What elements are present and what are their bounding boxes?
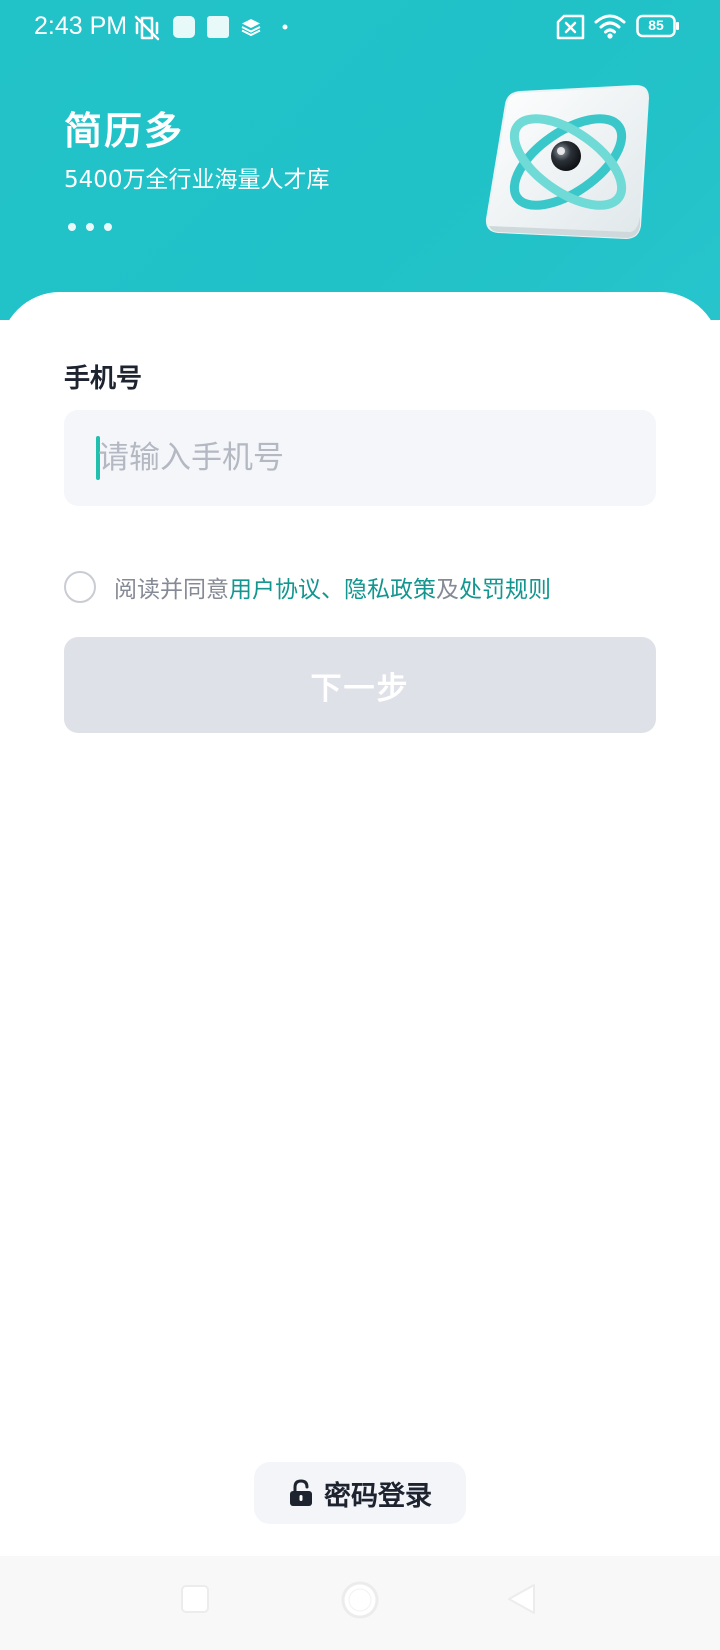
agreement-separator: 、 (321, 577, 344, 603)
phone-label: 手机号 (64, 364, 143, 394)
atom-cube-icon (485, 84, 650, 240)
phone-input-box[interactable] (64, 410, 656, 506)
agreement-text: 阅读并同意用户协议、隐私政策及处罚规则 (114, 570, 551, 604)
header-banner: 2:43 PM 85 简历多 5400万全行业海量人才库 (0, 0, 720, 320)
carousel-dot (68, 223, 76, 231)
password-login-label: 密码登录 (324, 1480, 432, 1512)
vibrate-off-icon (134, 15, 160, 41)
status-bar: 2:43 PM 85 (0, 0, 720, 56)
wifi-icon (594, 14, 626, 39)
back-triangle-icon[interactable] (506, 1582, 538, 1616)
password-login-button[interactable]: 密码登录 (254, 1462, 466, 1524)
carousel-dots (68, 223, 112, 231)
app-title: 简历多 (64, 109, 185, 153)
home-circle-icon[interactable] (340, 1580, 380, 1620)
layers-icon (241, 19, 261, 37)
agreement-row: 阅读并同意用户协议、隐私政策及处罚规则 (64, 570, 551, 604)
agreement-checkbox[interactable] (64, 571, 96, 603)
privacy-policy-link[interactable]: 隐私政策 (344, 577, 436, 603)
recents-square-icon[interactable] (180, 1584, 210, 1614)
phone-input[interactable] (98, 410, 638, 506)
no-sim-icon (556, 14, 585, 40)
carousel-dot (104, 223, 112, 231)
carousel-dot (86, 223, 94, 231)
app-subtitle: 5400万全行业海量人才库 (64, 167, 330, 193)
user-agreement-link[interactable]: 用户协议 (229, 577, 321, 603)
penalty-rules-link[interactable]: 处罚规则 (459, 577, 551, 603)
status-time: 2:43 PM (34, 12, 128, 40)
agreement-and: 及 (436, 577, 459, 603)
app-notification-icon (173, 16, 195, 38)
battery-level: 85 (648, 17, 664, 33)
system-nav-bar (0, 1556, 720, 1650)
next-step-button[interactable]: 下一步 (64, 637, 656, 733)
dot-icon (282, 24, 288, 30)
agreement-prefix: 阅读并同意 (114, 577, 229, 603)
lock-icon (290, 1479, 312, 1506)
app-notification-icon (207, 16, 229, 38)
battery-icon: 85 (636, 14, 680, 38)
